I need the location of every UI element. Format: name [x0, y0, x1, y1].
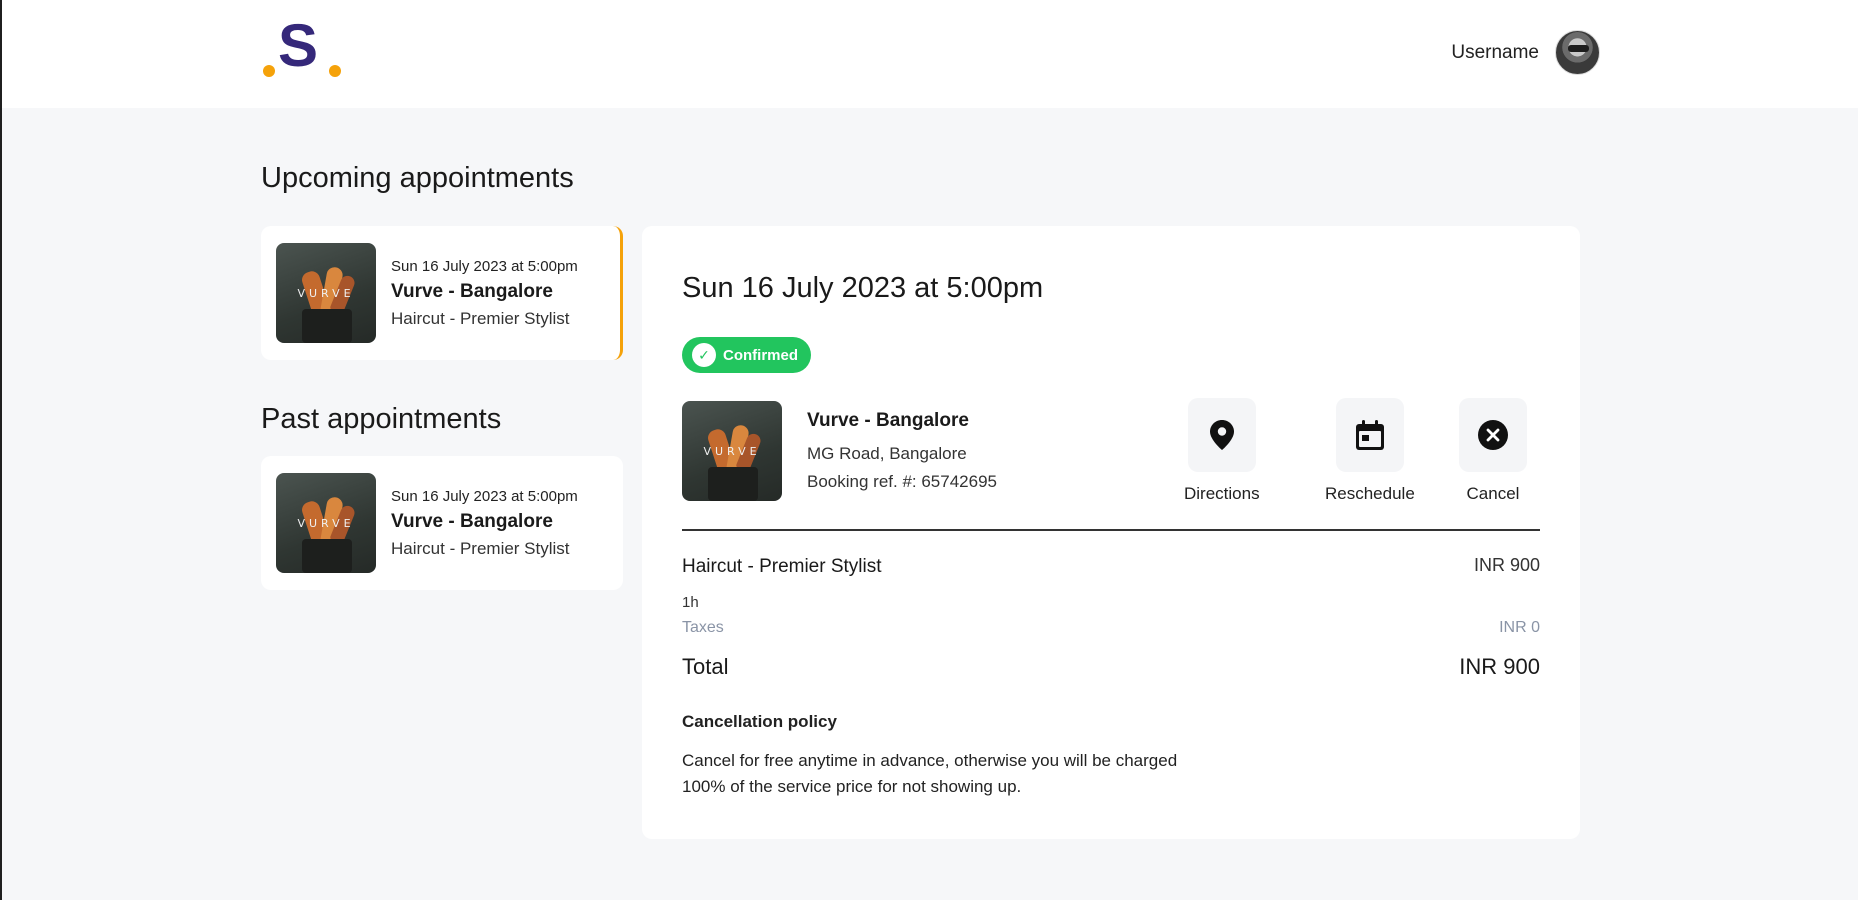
location-pin-icon — [1209, 420, 1234, 450]
thumbnail-brand: VURVE — [297, 287, 355, 300]
appointment-detail-panel: Sun 16 July 2023 at 5:00pm ✓ Confirmed V… — [642, 226, 1580, 839]
divider — [682, 529, 1540, 531]
cancellation-policy-text: Cancel for free anytime in advance, othe… — [682, 751, 1178, 796]
appointment-venue: Vurve - Bangalore — [391, 510, 553, 532]
logo[interactable]: S — [261, 16, 345, 82]
reschedule-button[interactable]: Reschedule — [1325, 398, 1415, 504]
booking-reference: Booking ref. #: 65742695 — [807, 472, 997, 491]
taxes-label: Taxes — [682, 619, 724, 636]
appointment-date: Sun 16 July 2023 at 5:00pm — [391, 487, 578, 505]
status-badge: ✓ Confirmed — [682, 337, 811, 373]
directions-label: Directions — [1184, 484, 1260, 503]
status-label: Confirmed — [723, 346, 798, 364]
reschedule-label: Reschedule — [1325, 484, 1415, 503]
close-circle-icon — [1478, 420, 1508, 450]
cancellation-policy-title: Cancellation policy — [682, 712, 837, 731]
venue-info: Vurve - Bangalore MG Road, Bangalore Boo… — [807, 410, 997, 492]
past-appointment-card[interactable]: VURVE Sun 16 July 2023 at 5:00pm Vurve -… — [261, 456, 623, 590]
directions-button[interactable]: Directions — [1184, 398, 1260, 504]
upcoming-appointments-title: Upcoming appointments — [261, 162, 574, 194]
appointment-venue: Vurve - Bangalore — [391, 280, 553, 302]
username: Username — [1451, 41, 1539, 63]
venue-name: Vurve - Bangalore — [807, 410, 969, 431]
service-name: Haircut - Premier Stylist — [682, 556, 882, 577]
upcoming-appointment-card[interactable]: VURVE Sun 16 July 2023 at 5:00pm Vurve -… — [261, 226, 623, 360]
salon-thumbnail: VURVE — [276, 473, 376, 573]
cancel-label: Cancel — [1466, 484, 1520, 503]
check-icon: ✓ — [692, 343, 716, 367]
logo-dot-right — [329, 65, 341, 77]
service-price: INR 900 — [1473, 555, 1540, 575]
logo-letter: S — [278, 12, 319, 79]
past-appointments-title: Past appointments — [261, 403, 502, 435]
total-value: INR 900 — [1459, 654, 1540, 679]
service-duration: 1h — [682, 594, 699, 611]
appointment-service: Haircut - Premier Stylist — [391, 538, 570, 558]
detail-title: Sun 16 July 2023 at 5:00pm — [682, 272, 1044, 304]
salon-thumbnail: VURVE — [276, 243, 376, 343]
avatar[interactable] — [1555, 30, 1600, 75]
directions-icon-box[interactable] — [1187, 398, 1256, 472]
window-edge — [0, 0, 2, 900]
taxes-value: INR 0 — [1499, 619, 1540, 636]
thumbnail-brand: VURVE — [297, 517, 355, 530]
top-bar: S Username — [2, 0, 1858, 108]
cancel-icon-box[interactable] — [1459, 398, 1527, 472]
salon-thumbnail: VURVE — [682, 401, 782, 501]
thumbnail-brand: VURVE — [703, 445, 761, 458]
calendar-icon — [1355, 420, 1384, 450]
reschedule-icon-box[interactable] — [1335, 398, 1404, 472]
cancel-button[interactable]: Cancel — [1459, 398, 1527, 504]
total-label: Total — [682, 654, 729, 679]
appointment-service: Haircut - Premier Stylist — [391, 308, 570, 328]
logo-dot-left — [263, 65, 275, 77]
user-menu[interactable]: Username — [1451, 30, 1600, 75]
appointment-date: Sun 16 July 2023 at 5:00pm — [391, 257, 578, 275]
venue-address: MG Road, Bangalore — [807, 444, 967, 463]
